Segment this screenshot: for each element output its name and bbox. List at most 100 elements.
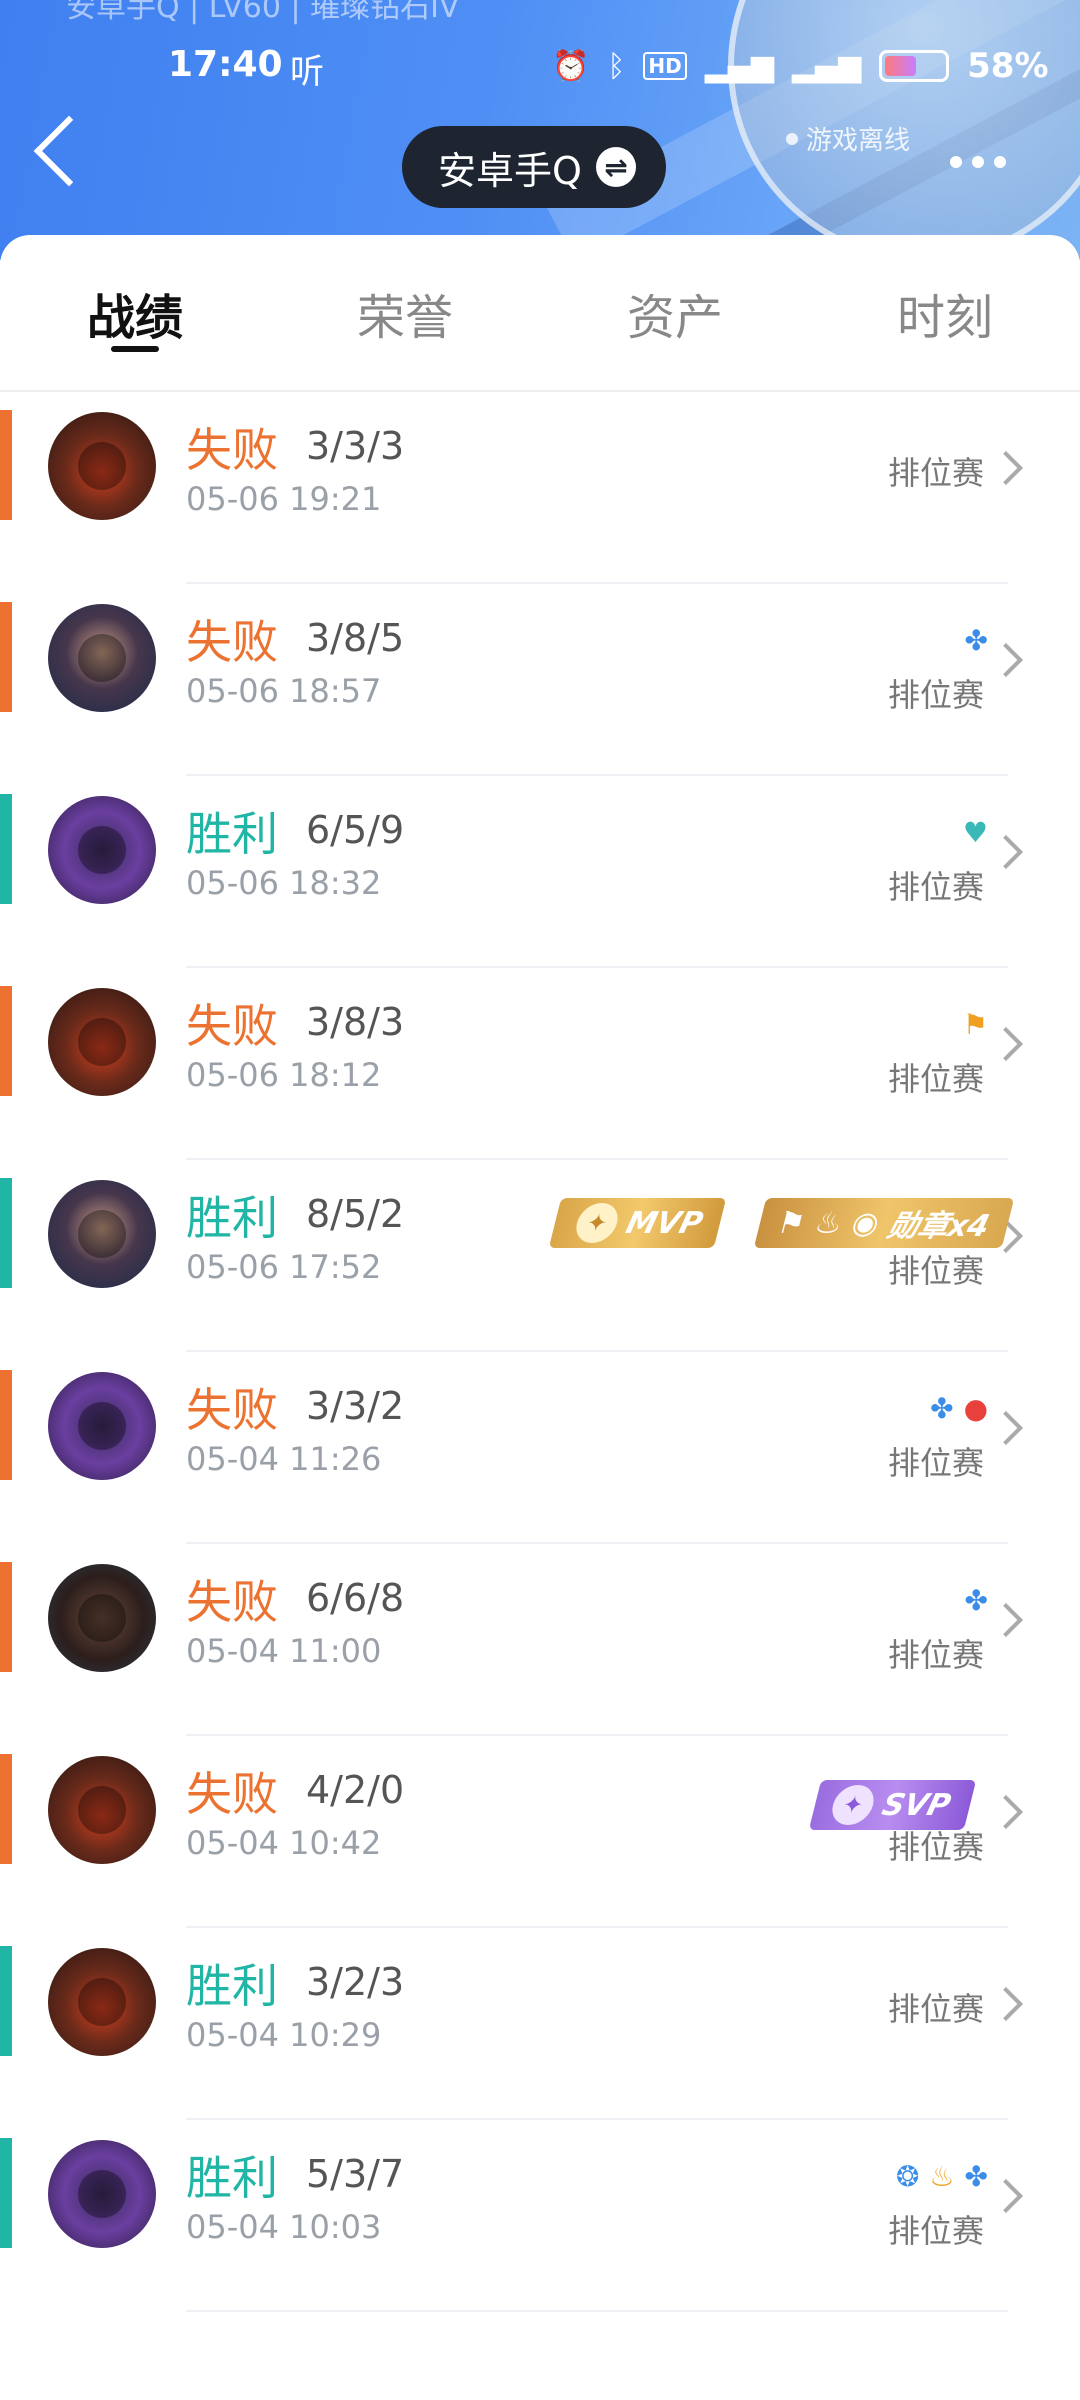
match-result: 胜利 bbox=[186, 2151, 278, 2205]
match-mode: 排位赛 bbox=[887, 1990, 984, 2028]
chevron-right-icon bbox=[989, 1411, 1023, 1445]
match-kda: 6/6/8 bbox=[306, 1576, 405, 1620]
signal-4g-icon: ▂▄▆ bbox=[791, 48, 862, 84]
achievement-icons: ♥ bbox=[963, 816, 988, 849]
match-time: 05-06 18:57 bbox=[186, 672, 382, 710]
online-status: 游戏离线 bbox=[786, 120, 910, 157]
match-result: 胜利 bbox=[186, 1191, 278, 1245]
match-row[interactable]: 胜利 5/3/7 05-04 10:03 排位赛 ❂ ♨ ✤ bbox=[0, 2120, 1080, 2312]
tab-0[interactable]: 战绩 bbox=[0, 235, 270, 390]
signal-5g-icon: ▂▄▆ bbox=[704, 48, 774, 84]
match-row[interactable]: 失败 3/3/2 05-04 11:26 排位赛 ✤ ● bbox=[0, 1352, 1080, 1544]
svp-icon: ✦ bbox=[828, 1785, 879, 1825]
match-kda: 8/5/2 bbox=[306, 1192, 405, 1236]
match-time: 05-06 19:21 bbox=[186, 480, 382, 518]
match-mode: 排位赛 bbox=[887, 676, 984, 714]
status-dot-icon bbox=[786, 132, 798, 145]
hero-avatar bbox=[48, 412, 156, 520]
account-switcher[interactable]: 安卓手Q ⇌ bbox=[402, 126, 666, 208]
medal-count-label: 勋章x4 bbox=[884, 1209, 994, 1244]
hero-avatar bbox=[48, 1756, 156, 1864]
match-time: 05-04 10:42 bbox=[186, 1824, 382, 1862]
match-mode: 排位赛 bbox=[887, 1060, 984, 1098]
hero-avatar bbox=[48, 796, 156, 904]
achievement-icon: ● bbox=[963, 1392, 988, 1425]
chevron-right-icon bbox=[989, 1027, 1023, 1061]
tab-1[interactable]: 荣誉 bbox=[270, 235, 540, 390]
bluetooth-icon: ᛒ bbox=[607, 48, 626, 84]
mvp-badge: ✦ MVP bbox=[548, 1198, 727, 1248]
result-indicator-bar bbox=[0, 1946, 12, 2056]
match-mode: 排位赛 bbox=[887, 1636, 984, 1674]
match-row[interactable]: 胜利 3/2/3 05-04 10:29 排位赛 bbox=[0, 1928, 1080, 2120]
mvp-label: MVP bbox=[622, 1205, 707, 1241]
result-indicator-bar bbox=[0, 1754, 12, 1864]
svp-badge: ✦ SVP bbox=[808, 1780, 977, 1830]
tab-3[interactable]: 时刻 bbox=[810, 235, 1080, 390]
match-time: 05-04 11:26 bbox=[186, 1440, 382, 1478]
svp-label: SVP bbox=[878, 1787, 955, 1823]
result-indicator-bar bbox=[0, 1178, 12, 1288]
header: 安卓手Q | LV60 | 璀璨钻石IV 17:40 听 ⏰ ᛒ HD ▂▄▆ … bbox=[0, 0, 1080, 260]
match-time: 05-06 17:52 bbox=[186, 1248, 382, 1286]
match-time: 05-04 10:29 bbox=[186, 2016, 382, 2054]
match-time: 05-04 10:03 bbox=[186, 2208, 382, 2246]
result-indicator-bar bbox=[0, 986, 12, 1096]
achievement-icons: ✤ bbox=[965, 624, 988, 657]
chevron-right-icon bbox=[989, 1603, 1023, 1637]
match-result: 胜利 bbox=[186, 1959, 278, 2013]
achievement-icons: ⚑ bbox=[963, 1008, 988, 1041]
chevron-right-icon bbox=[989, 1987, 1023, 2021]
more-icon[interactable] bbox=[950, 156, 1006, 168]
match-mode: 排位赛 bbox=[887, 2212, 984, 2250]
hero-avatar bbox=[48, 1948, 156, 2056]
match-history-list: 失败 3/3/3 05-06 19:21 排位赛 失败 3/8/5 05-06 … bbox=[0, 392, 1080, 2312]
achievement-icons: ✤ ● bbox=[930, 1392, 988, 1425]
mvp-icon: ✦ bbox=[571, 1203, 622, 1243]
result-indicator-bar bbox=[0, 794, 12, 904]
swap-icon: ⇌ bbox=[595, 147, 636, 187]
match-row[interactable]: 失败 4/2/0 05-04 10:42 排位赛 ✦ SVP bbox=[0, 1736, 1080, 1928]
chevron-right-icon bbox=[989, 643, 1023, 677]
achievement-icon: ✤ bbox=[930, 1392, 954, 1425]
match-result: 失败 bbox=[186, 1767, 278, 1821]
hero-avatar bbox=[48, 1564, 156, 1672]
match-result: 胜利 bbox=[186, 807, 278, 861]
chevron-right-icon bbox=[989, 451, 1023, 485]
match-row[interactable]: 失败 3/8/5 05-06 18:57 排位赛 ✤ bbox=[0, 584, 1080, 776]
chevron-right-icon bbox=[989, 835, 1023, 869]
achievement-icon: ✤ bbox=[964, 1584, 988, 1617]
profile-summary-text: 安卓手Q | LV60 | 璀璨钻石IV bbox=[66, 0, 460, 25]
hd-icon: HD bbox=[643, 52, 687, 80]
result-indicator-bar bbox=[0, 410, 12, 520]
match-time: 05-06 18:12 bbox=[186, 1056, 382, 1094]
match-row[interactable]: 失败 3/3/3 05-06 19:21 排位赛 bbox=[0, 392, 1080, 584]
match-row[interactable]: 胜利 6/5/9 05-06 18:32 排位赛 ♥ bbox=[0, 776, 1080, 968]
back-icon[interactable] bbox=[33, 115, 105, 187]
match-time: 05-06 18:32 bbox=[186, 864, 382, 902]
status-ting: 听 bbox=[290, 52, 324, 92]
hero-avatar bbox=[48, 1180, 156, 1288]
chevron-right-icon bbox=[989, 2179, 1023, 2213]
match-kda: 3/8/3 bbox=[306, 1000, 405, 1044]
status-icons: ⏰ ᛒ HD ▂▄▆ ▂▄▆ 58% bbox=[552, 46, 1049, 86]
hero-avatar bbox=[48, 2140, 156, 2248]
row-divider bbox=[186, 2310, 1008, 2312]
match-mode: 排位赛 bbox=[887, 1252, 984, 1290]
match-kda: 3/3/2 bbox=[306, 1384, 405, 1428]
achievement-icons: ❂ ♨ ✤ bbox=[896, 2160, 988, 2193]
match-row[interactable]: 失败 3/8/3 05-06 18:12 排位赛 ⚑ bbox=[0, 968, 1080, 1160]
achievement-icon: ❂ bbox=[895, 2160, 920, 2193]
match-row[interactable]: 失败 6/6/8 05-04 11:00 排位赛 ✤ bbox=[0, 1544, 1080, 1736]
tab-2[interactable]: 资产 bbox=[540, 235, 810, 390]
hero-avatar bbox=[48, 1372, 156, 1480]
match-result: 失败 bbox=[186, 423, 278, 477]
battery-percentage: 58% bbox=[967, 46, 1049, 86]
battery-icon bbox=[879, 50, 950, 82]
alarm-icon: ⏰ bbox=[552, 48, 590, 84]
status-time: 17:40 bbox=[168, 44, 283, 85]
match-row[interactable]: 胜利 8/5/2 05-06 17:52 排位赛 ✦ MVP ⚑ ♨ ◉ 勋章x4 bbox=[0, 1160, 1080, 1352]
medal-badge: ⚑ ♨ ◉ 勋章x4 bbox=[754, 1198, 1015, 1248]
hero-avatar bbox=[48, 988, 156, 1096]
match-result: 失败 bbox=[186, 1383, 278, 1437]
